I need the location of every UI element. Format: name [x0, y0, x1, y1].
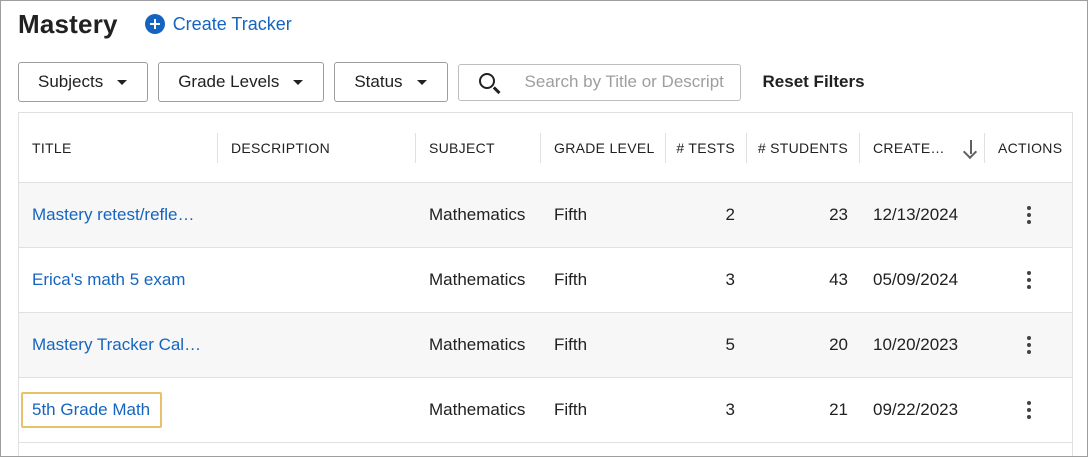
page-header: Mastery Create Tracker	[18, 7, 292, 41]
cell-students: 20	[829, 335, 848, 354]
column-header-subject[interactable]: SUBJECT	[416, 113, 541, 182]
create-tracker-button[interactable]: Create Tracker	[144, 13, 292, 35]
cell-grade-level: Fifth	[554, 205, 588, 224]
cell-students: 23	[829, 205, 848, 224]
cell-students: 43	[829, 270, 848, 289]
cell-created: 10/20/2023	[873, 335, 959, 354]
cell-tests: 2	[725, 205, 735, 224]
caret-down-icon	[293, 79, 304, 85]
subject-text: Mathematics	[429, 335, 526, 354]
column-header-label: GRADE LEVEL	[554, 139, 655, 156]
app-frame: Mastery Create Tracker Subjects Grade Le…	[0, 0, 1088, 457]
more-vertical-icon[interactable]	[1017, 333, 1041, 357]
cell-actions	[985, 313, 1072, 377]
table-row: Mastery Tracker Calendar Mathematics Fif…	[19, 313, 1072, 378]
column-header-label: CREATE…	[873, 139, 945, 156]
table-row: 5th Grade Math Mathematics Fifth 3 21 09…	[19, 378, 1072, 443]
subjects-filter-label: Subjects	[38, 72, 104, 91]
column-header-actions: ACTIONS	[985, 113, 1072, 182]
more-vertical-icon[interactable]	[1017, 268, 1041, 292]
column-header-label: DESCRIPTION	[231, 139, 330, 156]
cell-tests: 3	[725, 270, 735, 289]
subject-text: Mathematics	[429, 400, 526, 419]
grade-levels-filter-label: Grade Levels	[178, 72, 280, 91]
cell-grade-level: Fifth	[554, 400, 588, 419]
column-header-tests[interactable]: # TESTS	[666, 113, 747, 182]
cell-grade-level: Fifth	[554, 270, 588, 289]
caret-down-icon	[416, 79, 427, 85]
column-header-label: ACTIONS	[998, 139, 1063, 156]
cell-tests: 5	[725, 335, 735, 354]
cell-title: Mastery Tracker Calendar	[19, 313, 218, 377]
column-header-description[interactable]: DESCRIPTION	[218, 113, 416, 182]
more-vertical-icon[interactable]	[1017, 398, 1041, 422]
column-header-label: SUBJECT	[429, 139, 495, 156]
tracker-title-link[interactable]: 5th Grade Math	[21, 392, 163, 428]
cell-description	[218, 313, 416, 377]
cell-grade-level: Fifth	[554, 335, 588, 354]
column-header-grade-level[interactable]: GRADE LEVEL	[541, 113, 666, 182]
grade-levels-filter-button[interactable]: Grade Levels	[158, 62, 325, 102]
cell-subject: Mathematics	[416, 378, 541, 442]
search-input[interactable]	[524, 72, 725, 92]
arrow-down-icon[interactable]	[963, 139, 979, 157]
cell-students: 21	[829, 400, 848, 419]
more-vertical-icon[interactable]	[1017, 203, 1041, 227]
create-tracker-label: Create Tracker	[172, 13, 292, 34]
cell-created: 09/22/2023	[873, 400, 959, 419]
reset-filters-button[interactable]: Reset Filters	[763, 72, 865, 92]
column-header-label: TITLE	[32, 139, 72, 156]
cell-title: Mastery retest/reflection	[19, 183, 218, 247]
cell-description	[218, 248, 416, 312]
subjects-filter-button[interactable]: Subjects	[18, 62, 149, 102]
cell-description	[218, 183, 416, 247]
status-filter-label: Status	[354, 72, 403, 91]
table-row: Erica's math 5 exam Mathematics Fifth 3 …	[19, 248, 1072, 313]
column-header-label: # STUDENTS	[757, 139, 848, 156]
subject-text: Mathematics	[429, 205, 526, 224]
search-box[interactable]	[457, 63, 741, 101]
cell-subject: Mathematics	[416, 183, 541, 247]
cell-description	[218, 378, 416, 442]
cell-actions	[985, 248, 1072, 312]
cell-actions	[985, 183, 1072, 247]
status-filter-button[interactable]: Status	[334, 62, 448, 102]
page-title: Mastery	[18, 8, 118, 39]
cell-created: 12/13/2024	[873, 205, 959, 224]
table-row: Mastery retest/reflection Mathematics Fi…	[19, 183, 1072, 248]
cell-created: 05/09/2024	[873, 270, 959, 289]
column-header-students[interactable]: # STUDENTS	[747, 113, 860, 182]
column-header-created[interactable]: CREATE…	[860, 113, 985, 182]
cell-title: 5th Grade Math	[19, 378, 218, 442]
cell-actions	[985, 378, 1072, 442]
table-header: TITLE DESCRIPTION SUBJECT GRADE LEVEL # …	[19, 113, 1072, 183]
column-header-title[interactable]: TITLE	[19, 113, 218, 182]
cell-title: Erica's math 5 exam	[19, 248, 218, 312]
search-icon	[471, 64, 511, 101]
tracker-title-link[interactable]: Mastery retest/reflection	[32, 205, 202, 225]
trackers-table: TITLE DESCRIPTION SUBJECT GRADE LEVEL # …	[18, 112, 1073, 456]
filter-bar: Subjects Grade Levels Status Reset Filte…	[18, 62, 865, 102]
column-header-label: # TESTS	[676, 139, 735, 156]
subject-text: Mathematics	[429, 270, 526, 289]
caret-down-icon	[117, 79, 128, 85]
cell-subject: Mathematics	[416, 313, 541, 377]
cell-subject: Mathematics	[416, 248, 541, 312]
tracker-title-link[interactable]: Mastery Tracker Calendar	[32, 335, 202, 355]
cell-tests: 3	[725, 400, 735, 419]
tracker-title-link[interactable]: Erica's math 5 exam	[32, 270, 185, 290]
plus-circle-icon	[144, 14, 165, 34]
